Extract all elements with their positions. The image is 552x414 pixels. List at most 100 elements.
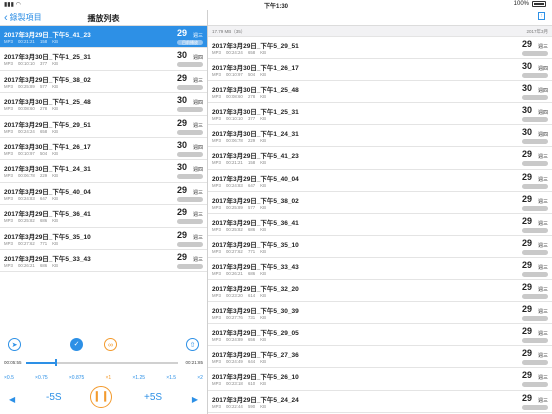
speed-option[interactable]: ×1.25 <box>132 375 145 381</box>
recording-day: 30 <box>521 127 532 138</box>
recording-day: 30 <box>176 162 187 173</box>
recording-day: 30 <box>176 50 187 61</box>
speed-option[interactable]: ×0.875 <box>69 375 84 381</box>
speed-option[interactable]: ×1.5 <box>166 375 176 381</box>
pause-button[interactable]: ❙❙ <box>90 386 112 408</box>
list-item[interactable]: 2017年3月30日_下午1_25_31 MP3 00:10:10 377 KB 3… <box>208 103 552 126</box>
list-item[interactable]: 2017年3月29日_下午5_40_04 MP3 00:24:83 647 KB 2… <box>208 170 552 192</box>
recording-name: 2017年3月29日_下午5_30_39 <box>212 308 299 316</box>
list-item[interactable]: 2017年3月29日_下午5_33_43 MP3 00:26:21 686 KB 2… <box>208 258 552 281</box>
recording-meta: MP3 00:21:21 158 KB <box>4 39 59 44</box>
skip-forward-button[interactable]: +5S <box>144 392 162 403</box>
speed-selector: ×0.5 ×0.75 ×0.875 ×1 ×1.25 ×1.5 ×2 <box>4 375 203 381</box>
list-item[interactable]: 2017年3月29日_下午5_40_04 MP3 00:24:83 647 KB 2… <box>0 183 207 206</box>
recording-meta: MP3 00:24:24 658 KB <box>4 128 59 134</box>
recording-meta: MP3 00:25:82 686 KB <box>4 218 59 224</box>
list-item[interactable]: 2017年3月30日_下午1_25_48 MP3 00:08:60 278 KB 3… <box>208 81 552 104</box>
recording-day: 29 <box>176 28 187 38</box>
list-item[interactable]: 2017年3月29日_下午5_29_51 MP3 00:24:24 658 KB 2… <box>0 116 207 138</box>
status-badge <box>522 205 548 211</box>
recording-name: 2017年3月29日_下午5_40_04 <box>212 175 299 183</box>
loop-icon[interactable]: ∞ <box>104 338 117 351</box>
list-item[interactable]: 2017年3月29日_下午5_32_20 MP3 00:23:20 614 KB 2… <box>208 280 552 303</box>
recording-day: 29 <box>176 229 187 240</box>
list-item[interactable]: 2017年3月30日_下午1_24_31 MP3 00:06:78 229 KB 3… <box>208 125 552 148</box>
status-badge <box>522 51 548 56</box>
previous-track-button[interactable]: ◀ <box>9 395 15 404</box>
share-icon[interactable]: ➤ <box>8 338 21 351</box>
status-badge <box>522 161 548 167</box>
recording-name: 2017年3月29日_下午5_41_23 <box>212 153 299 161</box>
recording-day: 29 <box>521 348 532 359</box>
list-item[interactable]: 2017年3月30日_下午1_26_17 MP3 00:10:97 504 KB 3… <box>208 59 552 82</box>
list-item[interactable]: 2017年3月29日_下午5_27_36 MP3 00:24:49 644 KB 2… <box>208 346 552 369</box>
export-icon[interactable]: ⇧ <box>186 338 199 351</box>
status-time: 下午1:30 <box>263 4 288 10</box>
skip-back-button[interactable]: -5S <box>46 392 62 403</box>
recording-name: 2017年3月29日_下午5_41_23 <box>4 32 91 39</box>
recording-day: 29 <box>521 392 532 403</box>
recording-day: 29 <box>521 259 532 270</box>
list-item[interactable]: 2017年3月29日_下午5_36_41 MP3 00:25:82 686 KB 2… <box>208 214 552 236</box>
status-badge <box>177 107 203 113</box>
list-item[interactable]: 2017年3月29日_下午5_24_24 MP3 00:22:44 590 KB 2… <box>208 391 552 413</box>
status-badge <box>522 95 548 101</box>
recording-meta: MP3 00:24:83 647 KB <box>4 195 59 201</box>
next-track-button[interactable]: ▶ <box>192 395 198 404</box>
storage-info: 17.79 MB（35） <box>212 29 246 34</box>
status-badge <box>177 129 203 135</box>
progress-handle[interactable] <box>55 359 58 366</box>
status-badge <box>522 338 548 344</box>
list-item[interactable]: 2017年3月30日_下午1_25_48 MP3 00:08:60 278 KB 3… <box>0 93 207 116</box>
recording-day: 29 <box>521 149 532 160</box>
status-right: 100% <box>514 1 546 7</box>
total-time: 00:21:85 <box>185 360 203 365</box>
list-item[interactable]: 2017年3月29日_下午5_30_39 MP3 00:27:76 731 KB 2… <box>208 302 552 325</box>
list-item[interactable]: 2017年3月29日_下午5_29_05 MP3 00:24:89 656 KB 2… <box>208 324 552 347</box>
recording-day: 29 <box>521 215 532 226</box>
recording-day: 29 <box>176 184 187 195</box>
list-item[interactable]: 2017年3月29日_下午5_35_10 MP3 00:27:62 771 KB 2… <box>208 236 552 258</box>
list-item[interactable]: 2017年3月29日_下午5_35_10 MP3 00:27:62 771 KB 2… <box>0 228 207 250</box>
recording-meta: MP3 00:24:49 644 KB <box>212 359 267 365</box>
list-item[interactable]: 2017年3月30日_下午1_24_31 MP3 00:06:78 229 KB 3… <box>0 160 207 183</box>
speed-option[interactable]: ×2 <box>197 375 203 381</box>
list-item[interactable]: 2017年3月29日_下午5_29_51 MP3 00:24:24 658 KB 2… <box>208 37 552 60</box>
status-badge <box>177 263 203 269</box>
list-item[interactable]: 2017年3月29日_下午5_38_02 MP3 00:25:89 577 KB 2… <box>208 192 552 214</box>
list-item[interactable]: 2017年3月29日_下午5_36_41 MP3 00:25:82 686 KB 2… <box>0 205 207 228</box>
recording-day: 29 <box>176 207 187 218</box>
recording-day: 29 <box>521 171 532 182</box>
recording-day: 29 <box>521 282 532 293</box>
recording-day: 29 <box>176 117 187 128</box>
speed-option[interactable]: ×1 <box>105 375 111 381</box>
list-item[interactable]: 2017年3月29日_下午5_26_10 MP3 00:23:18 610 KB 2… <box>208 368 552 391</box>
recording-meta: MP3 00:08:60 278 KB <box>212 94 267 100</box>
page-title: 播放列表 <box>87 14 120 23</box>
recording-day: 30 <box>176 95 187 106</box>
recording-weekday: 週三 <box>537 176 548 183</box>
recording-name: 2017年3月30日_下午1_24_31 <box>212 131 299 139</box>
status-badge <box>177 62 203 68</box>
list-item[interactable]: 2017年3月29日_下午5_38_02 MP3 00:25:89 577 KB 2… <box>0 71 207 94</box>
speed-option[interactable]: ×0.5 <box>4 375 14 381</box>
list-item[interactable]: 2017年3月29日_下午5_41_23 MP3 00:21:21 158 KB 2… <box>0 26 207 49</box>
list-item[interactable]: 2017年3月30日_下午1_26_17 MP3 00:10:97 504 KB 3… <box>0 138 207 161</box>
list-item[interactable]: 2017年3月30日_下午1_25_31 MP3 00:10:10 377 KB 3… <box>0 48 207 71</box>
check-icon[interactable]: ✓ <box>70 338 83 351</box>
recording-weekday: 週三 <box>192 212 203 219</box>
status-badge <box>522 139 548 145</box>
recording-meta: MP3 00:21:21 158 KB <box>212 160 267 166</box>
recording-weekday: 週四 <box>537 110 548 117</box>
recording-name: 2017年3月29日_下午5_24_24 <box>212 396 299 404</box>
status-badge <box>522 294 548 300</box>
list-item[interactable]: 2017年3月29日_下午5_41_23 MP3 00:21:21 158 KB 2… <box>208 147 552 170</box>
speed-option[interactable]: ×0.75 <box>35 375 48 381</box>
list-item[interactable]: 2017年3月29日_下午5_33_43 MP3 00:26:21 686 KB 2… <box>0 250 207 273</box>
recording-weekday: 週四 <box>192 167 203 174</box>
recordings-pane: ↑ 17.79 MB（35） 2017年3月 2017年3月29日_下午5_29… <box>208 10 552 414</box>
recording-name: 2017年3月29日_下午5_36_41 <box>212 219 299 227</box>
upload-icon[interactable]: ↑ <box>538 12 545 20</box>
elapsed-time: 00:05:55 <box>4 360 22 365</box>
progress-slider[interactable] <box>26 359 178 366</box>
